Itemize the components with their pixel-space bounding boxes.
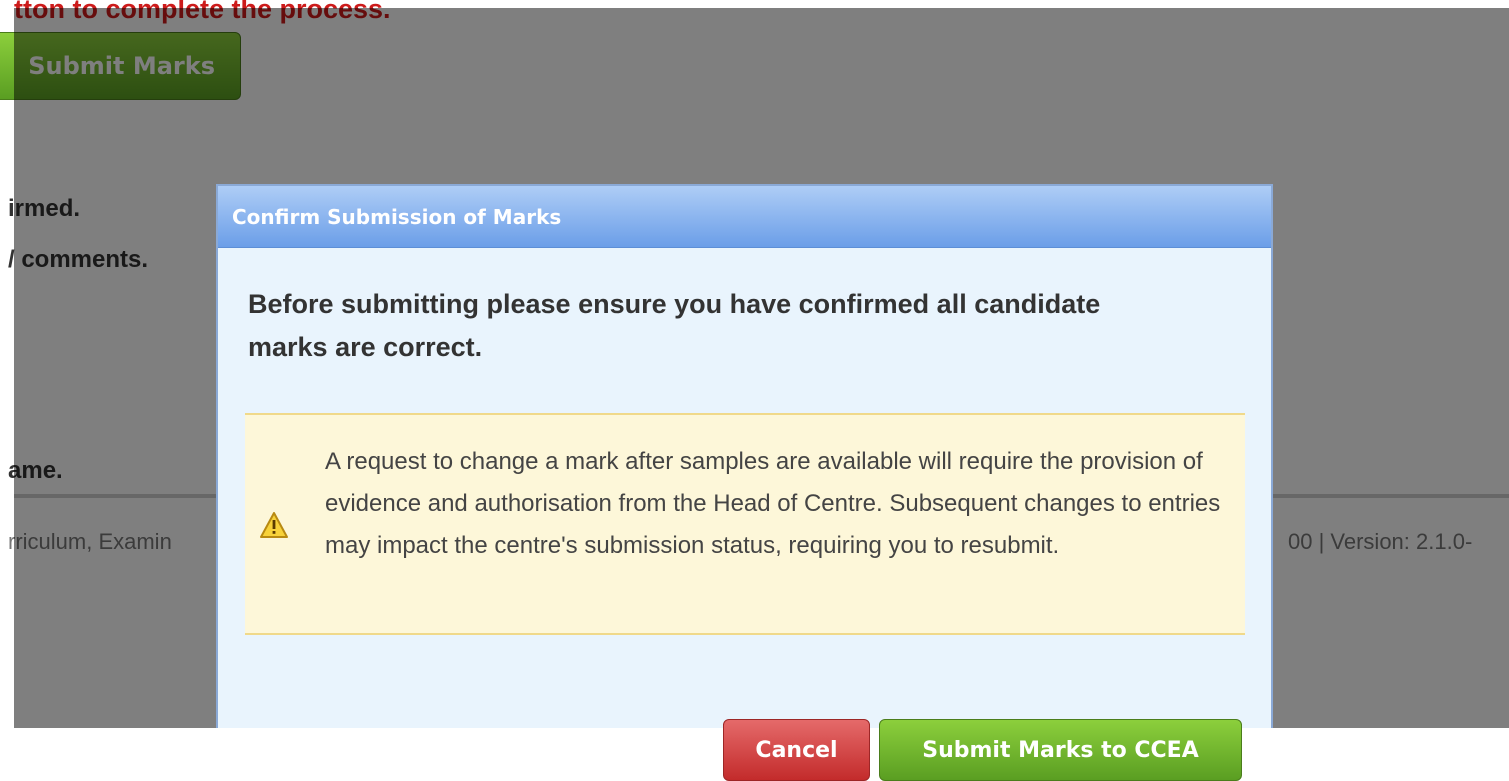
confirm-submission-dialog: Confirm Submission of Marks Before submi… — [216, 184, 1273, 781]
warning-box: A request to change a mark after samples… — [245, 413, 1245, 635]
warning-text: A request to change a mark after samples… — [325, 448, 1221, 559]
submit-marks-to-ccea-button[interactable]: Submit Marks to CCEA — [879, 719, 1242, 781]
dialog-title: Confirm Submission of Marks — [218, 186, 1271, 248]
warning-icon — [259, 511, 289, 539]
cancel-button[interactable]: Cancel — [723, 719, 870, 781]
dialog-message: Before submitting please ensure you have… — [248, 289, 1101, 362]
